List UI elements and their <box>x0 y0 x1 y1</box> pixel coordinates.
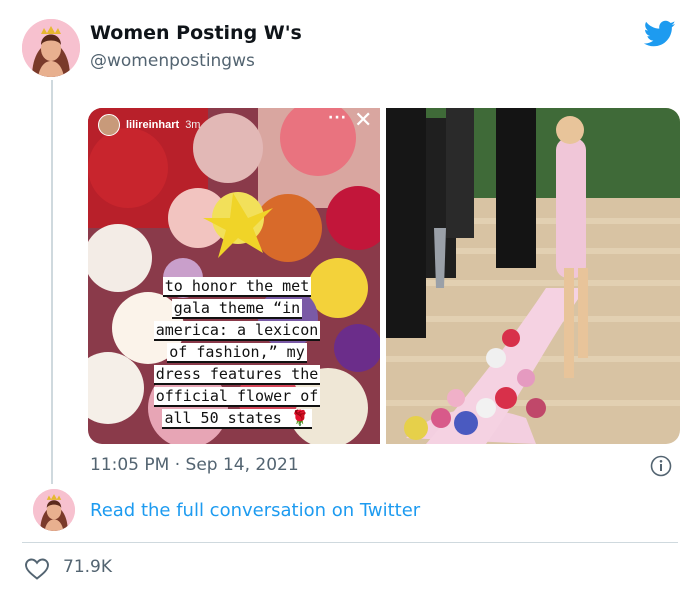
met-gala-photo[interactable] <box>386 108 680 444</box>
story-close-icon: ✕ <box>354 108 373 133</box>
reply-avatar[interactable] <box>33 489 75 531</box>
met-gala-stairs-illustration <box>386 108 680 444</box>
story-avatar <box>98 114 120 136</box>
display-name[interactable]: Women Posting W's <box>90 22 302 44</box>
read-conversation-link[interactable]: Read the full conversation on Twitter <box>90 500 420 521</box>
story-menu-icon: ··· <box>328 110 347 126</box>
info-icon[interactable] <box>650 455 672 477</box>
tweet-timestamp[interactable]: 11:05 PM · Sep 14, 2021 <box>90 455 299 475</box>
story-screenshot-image[interactable]: lilireinhart 3m ··· ✕ to honor the met g… <box>88 108 380 444</box>
twitter-bird-icon[interactable] <box>644 20 676 48</box>
caption-line: all 50 states 🌹 <box>162 409 312 427</box>
media-grid[interactable]: lilireinhart 3m ··· ✕ to honor the met g… <box>88 108 680 444</box>
caption-line: official flower of <box>153 387 321 405</box>
story-caption: to honor the met gala theme “in america:… <box>126 275 348 429</box>
thread-line <box>51 80 53 484</box>
avatar[interactable] <box>22 19 80 77</box>
caption-line: to honor the met <box>162 277 312 295</box>
story-username: lilireinhart <box>126 119 180 131</box>
like-count[interactable]: 71.9K <box>63 557 112 577</box>
caption-line: america: a lexicon <box>153 321 321 339</box>
tweet-embed-card: Women Posting W's @womenpostingws lilire… <box>0 0 700 595</box>
caption-line: gala theme “in <box>171 299 303 317</box>
heart-icon[interactable] <box>24 557 50 581</box>
caption-line: of fashion,” my <box>167 343 307 361</box>
story-time: 3m <box>185 119 201 131</box>
handle[interactable]: @womenpostingws <box>90 51 255 71</box>
divider <box>22 542 678 543</box>
story-header: lilireinhart 3m <box>98 114 200 136</box>
caption-line: dress features the <box>153 365 321 383</box>
